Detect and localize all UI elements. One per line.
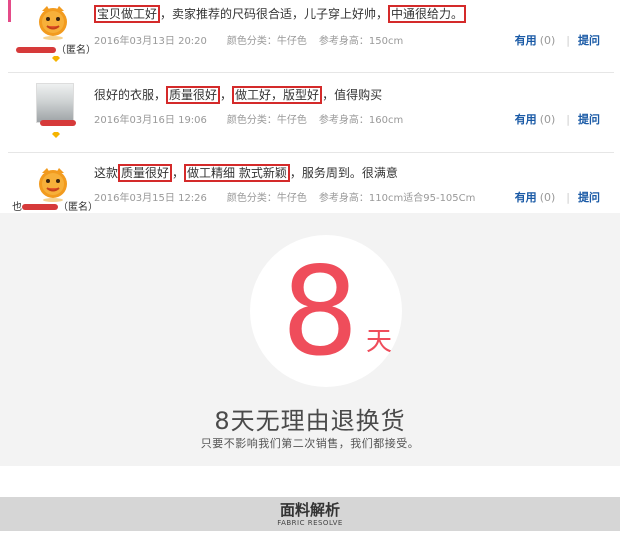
- review-list: （匿名） 宝贝做工好 ，卖家推荐的尺码很合适，儿子穿上好帅， 中通很给力。 2016…: [0, 0, 620, 216]
- review-item: 也（匿名） 这款 质量很好，做工精细 款式新颖 ，服务周到。很满意 2016年03月…: [8, 154, 614, 216]
- diamond-badge-icon: [52, 132, 60, 138]
- height-reference: 参考身高：150cm: [318, 36, 404, 47]
- section-subtitle: FABRIC RESOLVE: [277, 519, 343, 527]
- selection-marker: [8, 0, 11, 22]
- useful-count: (0): [539, 191, 556, 204]
- highlight-box: 质量很好: [118, 164, 173, 182]
- photo-avatar: [36, 83, 74, 123]
- username: 也（匿名）: [12, 202, 98, 213]
- return-policy-panel: 8 天 8天无理由退换货 只要不影响我们第二次销售，我们都接受。: [0, 213, 620, 466]
- review-date: 2016年03月13日 20:20: [94, 36, 207, 47]
- diamond-badge-icon: [52, 56, 60, 62]
- return-policy-subtitle: 只要不影响我们第二次销售，我们都接受。: [200, 437, 420, 450]
- review-text: 宝贝做工好 ，卖家推荐的尺码很合适，儿子穿上好帅， 中通很给力。: [94, 5, 467, 23]
- review-meta: 2016年03月15日 12:26 颜色分类：牛仔色 参考身高：110cm适合95-…: [94, 189, 487, 204]
- review-item: （匿名） 宝贝做工好 ，卖家推荐的尺码很合适，儿子穿上好帅， 中通很给力。 2016…: [8, 0, 614, 73]
- cartoon-avatar-icon: [39, 168, 67, 202]
- highlight-box: 质量很好: [166, 86, 221, 104]
- review-date: 2016年03月15日 12:26: [94, 193, 207, 204]
- review-item: 很好的衣服， 质量很好，做工好，版型好 ，值得购买 2016年03月16日 19:0…: [8, 74, 614, 153]
- redacted-name: [40, 120, 76, 126]
- ask-button[interactable]: 提问: [578, 34, 600, 47]
- review-actions: 有用 (0) | 提问: [515, 32, 600, 48]
- highlight-box: 做工好，版型好: [232, 86, 323, 104]
- review-text: 很好的衣服， 质量很好，做工好，版型好 ，值得购买: [94, 86, 383, 104]
- review-meta: 2016年03月16日 19:06 颜色分类：牛仔色 参考身高：160cm: [94, 111, 415, 126]
- review-text: 这款 质量很好，做工精细 款式新颖 ，服务周到。很满意: [94, 164, 398, 182]
- divider: |: [566, 34, 570, 47]
- review-actions: 有用 (0) | 提问: [515, 189, 600, 205]
- useful-button[interactable]: 有用: [515, 191, 537, 204]
- color-option: 颜色分类：牛仔色: [226, 115, 307, 126]
- useful-button[interactable]: 有用: [515, 113, 537, 126]
- redacted-name: [16, 47, 56, 53]
- days-number: 8: [281, 241, 359, 383]
- return-policy-title: 8天无理由退换货: [214, 407, 406, 435]
- redacted-name: [22, 204, 58, 210]
- divider: |: [566, 113, 570, 126]
- useful-button[interactable]: 有用: [515, 34, 537, 47]
- color-option: 颜色分类：牛仔色: [226, 193, 307, 204]
- ask-button[interactable]: 提问: [578, 113, 600, 126]
- ask-button[interactable]: 提问: [578, 191, 600, 204]
- useful-count: (0): [539, 34, 556, 47]
- days-unit: 天: [366, 327, 393, 357]
- useful-count: (0): [539, 113, 556, 126]
- review-actions: 有用 (0) | 提问: [515, 111, 600, 127]
- review-meta: 2016年03月13日 20:20 颜色分类：牛仔色 参考身高：150cm: [94, 32, 415, 47]
- divider: |: [566, 191, 570, 204]
- username: （匿名）: [16, 41, 96, 56]
- color-option: 颜色分类：牛仔色: [226, 36, 307, 47]
- fabric-section-header: 面料解析 FABRIC RESOLVE: [0, 497, 620, 531]
- height-reference: 参考身高：110cm适合95-105Cm: [318, 193, 476, 204]
- cartoon-avatar-icon: [39, 6, 67, 40]
- highlight-box: 宝贝做工好: [94, 5, 161, 23]
- highlight-box: 做工精细 款式新颖: [184, 164, 290, 182]
- highlight-box: 中通很给力。: [388, 5, 467, 23]
- section-title: 面料解析: [279, 501, 340, 519]
- review-date: 2016年03月16日 19:06: [94, 115, 207, 126]
- height-reference: 参考身高：160cm: [318, 115, 404, 126]
